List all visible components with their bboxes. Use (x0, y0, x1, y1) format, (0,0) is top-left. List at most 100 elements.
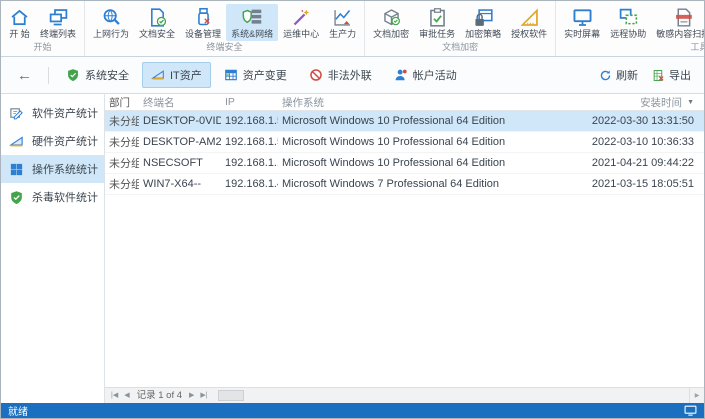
ribbon-group: 上网行为文档安全设备管理系统&网络运维中心生产力终端安全 (85, 1, 365, 56)
table-cell: DESKTOP-0VIDMDJ (139, 115, 221, 127)
column-header-label: 部门 (109, 97, 130, 109)
table-cell: WIN7-X64-- (139, 178, 221, 190)
tab-illegal-outreach[interactable]: 非法外联 (300, 62, 381, 88)
ribbon-buttons: 上网行为文档安全设备管理系统&网络运维中心生产力 (86, 1, 363, 41)
ribbon-group-label: 工具 (557, 41, 704, 56)
ribbon-button-label: 审批任务 (419, 30, 455, 39)
ribbon-group: 文档加密审批任务加密策略授权软件文档加密 (365, 1, 556, 56)
sidebar-item-hardware-assets[interactable]: 硬件资产统计 (1, 127, 104, 155)
ribbon-button-label: 运维中心 (283, 30, 319, 39)
ribbon-group-label: 终端安全 (86, 41, 363, 56)
column-header-2[interactable]: IP (221, 96, 278, 108)
ribbon-button-label: 敏感内容扫描 (656, 30, 704, 39)
shield-grid-icon (242, 7, 263, 28)
sidebar-item-label: 操作系统统计 (32, 161, 98, 177)
tab-it-assets[interactable]: IT资产 (142, 62, 211, 88)
refresh-icon (599, 69, 612, 82)
ribbon-group-label: 文档加密 (366, 41, 554, 56)
ribbon-button-ops-center[interactable]: 运维中心 (278, 4, 324, 41)
export-button[interactable]: 导出 (647, 64, 696, 86)
last-page-button[interactable]: ▶| (197, 392, 210, 399)
tab-label: 帐户活动 (413, 67, 457, 83)
tab-asset-changes[interactable]: 资产变更 (215, 62, 296, 88)
ribbon-button-remote-assist[interactable]: 远程协助 (605, 4, 651, 41)
ribbon-button-label: 上网行为 (93, 30, 129, 39)
table-cell: 2022-03-30 13:31:50 (546, 115, 704, 127)
ribbon-button-label: 授权软件 (511, 30, 547, 39)
sidebar-item-os-statistics[interactable]: 操作系统统计 (1, 155, 104, 183)
ribbon-button-terminal-list[interactable]: 终端列表 (35, 4, 81, 41)
horizontal-scrollbar[interactable] (216, 388, 689, 403)
first-page-button[interactable]: |◀ (108, 392, 121, 399)
ribbon-button-document-security[interactable]: 文档安全 (134, 4, 180, 41)
column-header-4[interactable]: 安装时间▼ (546, 95, 704, 110)
sidebar-item-label: 硬件资产统计 (32, 133, 98, 149)
sub-toolbar: ← 系统安全 IT资产资产变更非法外联 帐户活动 刷新导出 (1, 57, 704, 94)
table-cell: 192.168.1.52 (221, 115, 278, 127)
table-cell: 未分组 (105, 113, 139, 129)
column-header-3[interactable]: 操作系统 (278, 95, 546, 110)
ribbon-button-device-management[interactable]: 设备管理 (180, 4, 226, 41)
tab-account-activity[interactable]: 帐户活动 (385, 62, 466, 88)
ribbon-button-label: 设备管理 (185, 30, 221, 39)
table-cell: 未分组 (105, 134, 139, 150)
prev-page-button[interactable]: ◀ (121, 392, 132, 399)
ribbon-button-doc-encryption[interactable]: 文档加密 (368, 4, 414, 41)
content-area: 部门终端名IP操作系统安装时间▼ 未分组DESKTOP-0VIDMDJ192.1… (105, 94, 704, 403)
ribbon-button-label: 终端列表 (40, 30, 76, 39)
ribbon-button-label: 远程协助 (610, 30, 646, 39)
shield-green-icon (66, 68, 80, 82)
pagination-bar: |◀ ◀ 记录 1 of 4 ▶ ▶| ▶ (105, 387, 704, 403)
back-button[interactable]: ← (9, 67, 40, 84)
scroll-right-button[interactable]: ▶ (689, 388, 704, 403)
ribbon-button-live-screen[interactable]: 实时屏幕 (559, 4, 605, 41)
scrollbar-thumb[interactable] (218, 390, 244, 401)
ribbon-button-authorized-software[interactable]: 授权软件 (506, 4, 552, 41)
toolbar-divider (48, 67, 49, 84)
os-grid-icon (9, 162, 24, 177)
usb-icon (193, 7, 214, 28)
table-row[interactable]: 未分组DESKTOP-0VIDMDJ192.168.1.52Microsoft … (105, 111, 704, 132)
table-row[interactable]: 未分组DESKTOP-AM2AGL3192.168.1.51Microsoft … (105, 132, 704, 153)
table-cell: NSECSOFT (139, 157, 221, 169)
column-header-0[interactable]: 部门 (105, 95, 139, 110)
ribbon-button-approval-tasks[interactable]: 审批任务 (414, 4, 460, 41)
ribbon-button-encryption-policy[interactable]: 加密策略 (460, 4, 506, 41)
doc-shield-icon (147, 7, 168, 28)
main-area: 软件资产统计硬件资产统计操作系统统计杀毒软件统计 部门 终端名 IP操作系统安装时间… (1, 94, 704, 403)
ribbon-button-productivity[interactable]: 生产力 (324, 4, 361, 41)
ribbon-button-label: 开 始 (9, 30, 30, 39)
table-cell: 192.168.1.4 (221, 178, 278, 190)
tab-label: IT资产 (170, 67, 202, 83)
table-row[interactable]: 未分组NSECSOFT192.168.1.180Microsoft Window… (105, 153, 704, 174)
refresh-button[interactable]: 刷新 (594, 64, 643, 86)
column-header-label: 终端名 (143, 97, 175, 109)
ribbon-buttons: 文档加密审批任务加密策略授权软件 (366, 1, 554, 41)
tab-system-security[interactable]: 系统安全 (57, 62, 138, 88)
table-cell: 2021-04-21 09:44:22 (546, 157, 704, 169)
table-cell: Microsoft Windows 10 Professional 64 Edi… (278, 157, 546, 169)
table-row[interactable]: 未分组WIN7-X64--192.168.1.4Microsoft Window… (105, 174, 704, 195)
ribbon-group: 实时屏幕远程协助敏感内容扫描库&模板报表中心更多...工具 (556, 1, 704, 56)
sort-descending-icon: ▼ (687, 99, 694, 106)
sidebar-item-software-assets[interactable]: 软件资产统计 (1, 99, 104, 127)
table-cell: 未分组 (105, 176, 139, 192)
column-header-1[interactable]: 终端名 (139, 95, 221, 110)
block-red-icon (309, 68, 323, 82)
connection-monitor-icon (684, 405, 697, 416)
table-cell: 192.168.1.180 (221, 157, 278, 169)
tab-label: 系统安全 (85, 67, 129, 83)
wand-icon (291, 7, 312, 28)
ribbon-button-system-network[interactable]: 系统&网络 (226, 4, 278, 41)
next-page-button[interactable]: ▶ (186, 392, 197, 399)
ribbon-button-start[interactable]: 开 始 (4, 4, 35, 41)
ribbon-button-web-behavior[interactable]: 上网行为 (88, 4, 134, 41)
sidebar-item-antivirus-statistics[interactable]: 杀毒软件统计 (1, 183, 104, 211)
table-cell: Microsoft Windows 7 Professional 64 Edit… (278, 178, 546, 190)
table-cell: Microsoft Windows 10 Professional 64 Edi… (278, 136, 546, 148)
ribbon-buttons: 开 始 终端列表 (2, 1, 83, 41)
export-icon (652, 69, 665, 82)
ribbon-button-content-scan[interactable]: 敏感内容扫描 (651, 4, 704, 41)
lock-icon (473, 7, 494, 28)
grid-table-icon (224, 68, 238, 82)
